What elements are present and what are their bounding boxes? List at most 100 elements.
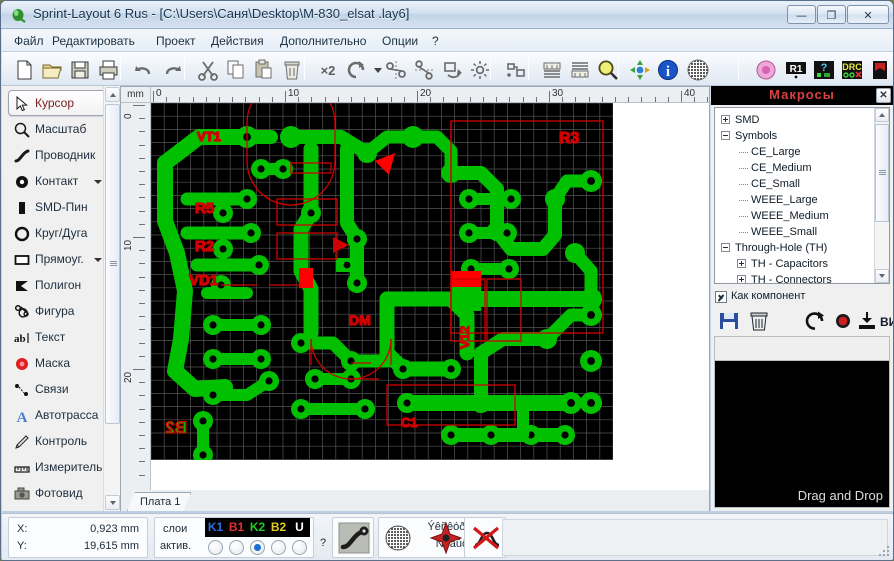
pcb-layout-drawing[interactable]: VT1 R5 R2 VD1 DM R3 C1 V12 B2 bbox=[151, 103, 613, 460]
mirror-h-button[interactable] bbox=[382, 56, 408, 82]
open-file-button[interactable] bbox=[38, 56, 64, 82]
pcb-editor-canvas[interactable]: mm 0 10 20 30 40 0 10 20 VT1 R5 R2 VD1 DM R3 C1 V12 B2 bbox=[120, 86, 710, 511]
delete-button[interactable] bbox=[278, 56, 304, 82]
tool-palette-scrollbar[interactable] bbox=[103, 86, 120, 511]
layer-button-U[interactable]: U bbox=[289, 518, 310, 537]
mask-button[interactable] bbox=[752, 56, 778, 82]
tool-связи[interactable]: Связи bbox=[8, 376, 108, 402]
tool-курсор[interactable]: Курсор bbox=[8, 90, 108, 116]
tool-фотовид[interactable]: Фотовид bbox=[8, 480, 108, 506]
group-button[interactable] bbox=[466, 56, 492, 82]
ground-plane-button[interactable] bbox=[684, 56, 710, 82]
rotate-dropdown[interactable] bbox=[364, 56, 382, 82]
tool-автотрасса[interactable]: A Автотрасса bbox=[8, 402, 108, 428]
menu-item-5[interactable]: Опции bbox=[376, 33, 424, 49]
tool-круг-дуга[interactable]: Круг/Дуга bbox=[8, 220, 108, 246]
as-component-checkbox[interactable] bbox=[715, 291, 727, 303]
tool-фигура[interactable]: Фигура bbox=[8, 298, 108, 324]
to-front-button[interactable] bbox=[538, 56, 564, 82]
tree-item-ce-large[interactable]: CE_Large bbox=[751, 144, 801, 160]
close-button[interactable]: ✕ bbox=[847, 5, 889, 24]
as-component-checkbox-row[interactable]: Как компонент bbox=[714, 289, 890, 307]
tree-scroll-thumb[interactable] bbox=[875, 124, 889, 222]
flip-button[interactable] bbox=[438, 56, 464, 82]
tree-item-through-hole-th-[interactable]: Through-Hole (TH) bbox=[735, 240, 827, 256]
menu-item-1[interactable]: Редактировать bbox=[46, 33, 141, 49]
layer-button-K2[interactable]: K2 bbox=[247, 518, 268, 537]
cut-button[interactable] bbox=[194, 56, 220, 82]
layer-radio-K1[interactable] bbox=[208, 540, 223, 555]
tree-item-smd[interactable]: SMD bbox=[735, 112, 759, 128]
crosshair-button[interactable] bbox=[626, 56, 652, 82]
collapse-node-icon[interactable] bbox=[721, 243, 730, 252]
drc-button[interactable]: DRC bbox=[838, 56, 864, 82]
r1-button[interactable]: R1 bbox=[782, 56, 808, 82]
menu-item-6[interactable]: ? bbox=[426, 33, 445, 49]
save-macro-button[interactable] bbox=[718, 310, 740, 332]
tree-item-ce-medium[interactable]: CE_Medium bbox=[751, 160, 812, 176]
mirror-v-button[interactable] bbox=[410, 56, 436, 82]
minimize-button[interactable]: — bbox=[787, 5, 816, 24]
menu-item-0[interactable]: Файл bbox=[8, 33, 50, 49]
chevron-down-icon[interactable] bbox=[94, 180, 102, 184]
tab-board-1[interactable]: Плата 1 bbox=[127, 492, 191, 511]
layer-button-B2[interactable]: B2 bbox=[268, 518, 289, 537]
tool-текст[interactable]: ab Текст bbox=[8, 324, 108, 350]
tool-контроль[interactable]: Контроль bbox=[8, 428, 108, 454]
new-file-button[interactable] bbox=[10, 56, 36, 82]
tree-item-symbols[interactable]: Symbols bbox=[735, 128, 777, 144]
layer-button-K1[interactable]: K1 bbox=[205, 518, 226, 537]
menu-item-4[interactable]: Дополнительно bbox=[274, 33, 372, 49]
tool-проводник[interactable]: Проводник bbox=[8, 142, 108, 168]
undo-button[interactable] bbox=[130, 56, 156, 82]
view-macro-button[interactable] bbox=[856, 310, 878, 332]
paste-button[interactable] bbox=[250, 56, 276, 82]
menu-item-2[interactable]: Проект bbox=[150, 33, 202, 49]
expand-node-icon[interactable] bbox=[737, 275, 746, 283]
copy-button[interactable] bbox=[222, 56, 248, 82]
tree-item-weee-medium[interactable]: WEEE_Medium bbox=[751, 208, 829, 224]
redo-button[interactable] bbox=[158, 56, 184, 82]
tree-item-th-capacitors[interactable]: TH - Capacitors bbox=[751, 256, 828, 272]
save-file-button[interactable] bbox=[66, 56, 92, 82]
tree-item-th-connectors[interactable]: TH - Connectors bbox=[751, 272, 832, 283]
tool-smd-пин[interactable]: SMD-Пин bbox=[8, 194, 108, 220]
expand-node-icon[interactable] bbox=[721, 115, 730, 124]
macro-tree[interactable]: SMD Symbols CE_Large CE_Medium CE_Small WEEE_… bbox=[714, 107, 890, 284]
layer-radio-B2[interactable] bbox=[271, 540, 286, 555]
no-connect-button[interactable] bbox=[466, 518, 504, 556]
macro-panel-close-icon[interactable]: ✕ bbox=[876, 88, 891, 103]
tool-масштаб[interactable]: Масштаб bbox=[8, 116, 108, 142]
track-mode-button[interactable] bbox=[334, 518, 372, 556]
tree-scroll-up-button[interactable] bbox=[875, 108, 889, 122]
layer-radio-U[interactable] bbox=[292, 540, 307, 555]
to-back-button[interactable] bbox=[566, 56, 592, 82]
layer-radio-K2[interactable] bbox=[250, 540, 265, 555]
info-button[interactable]: i bbox=[654, 56, 680, 82]
test-button[interactable]: ? bbox=[810, 56, 836, 82]
delete-macro-button[interactable] bbox=[748, 310, 770, 332]
tool-контакт[interactable]: Контакт bbox=[8, 168, 108, 194]
tool-полигон[interactable]: Полигон bbox=[8, 272, 108, 298]
tool-маска[interactable]: Маска bbox=[8, 350, 108, 376]
tree-item-weee-large[interactable]: WEEE_Large bbox=[751, 192, 818, 208]
tree-item-weee-small[interactable]: WEEE_Small bbox=[751, 224, 817, 240]
print-button[interactable] bbox=[94, 56, 120, 82]
expand-node-icon[interactable] bbox=[737, 259, 746, 268]
scroll-down-button[interactable] bbox=[105, 495, 120, 510]
tool-измеритель[interactable]: Измеритель bbox=[8, 454, 108, 480]
scroll-up-button[interactable] bbox=[105, 87, 120, 102]
tree-scroll-down-button[interactable] bbox=[875, 269, 889, 283]
pcb-viewport[interactable]: VT1 R5 R2 VD1 DM R3 C1 V12 B2 bbox=[151, 103, 709, 510]
macro-preview-area[interactable]: Drag and Drop bbox=[714, 360, 890, 508]
align-button[interactable] bbox=[502, 56, 528, 82]
chevron-down-icon[interactable] bbox=[94, 258, 102, 262]
maximize-button[interactable]: ❐ bbox=[817, 5, 846, 24]
tool-прямоуг-[interactable]: Прямоуг. bbox=[8, 246, 108, 272]
tree-item-ce-small[interactable]: CE_Small bbox=[751, 176, 800, 192]
rotate-macro-button[interactable] bbox=[804, 310, 826, 332]
layer-dot-button[interactable] bbox=[832, 310, 854, 332]
duplicate-button[interactable]: ×2 bbox=[314, 56, 340, 82]
macro-tree-scrollbar[interactable] bbox=[874, 108, 889, 283]
scroll-thumb[interactable] bbox=[105, 104, 120, 424]
